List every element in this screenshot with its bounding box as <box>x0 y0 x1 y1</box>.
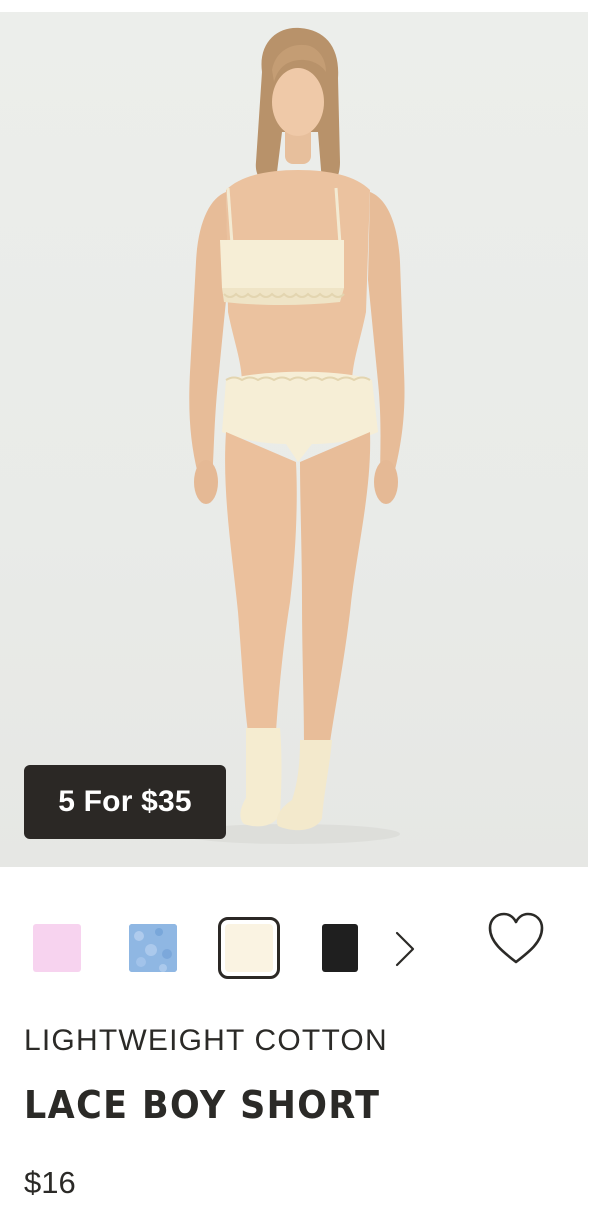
color-swatches <box>0 900 605 1000</box>
heart-outline-icon[interactable] <box>485 910 547 968</box>
swatch-pink[interactable] <box>33 924 81 972</box>
swatch-cream-selected[interactable] <box>218 917 280 979</box>
model-illustration <box>180 27 405 844</box>
promo-badge: 5 For $35 <box>24 765 226 839</box>
swatch-black[interactable] <box>322 924 358 972</box>
chevron-right-icon[interactable] <box>389 929 419 969</box>
product-subtitle: LIGHTWEIGHT COTTON <box>24 1024 388 1057</box>
swatch-blue-floral[interactable] <box>129 924 177 972</box>
product-price: $16 <box>24 1165 76 1200</box>
swatch-cream-fill <box>225 924 273 972</box>
product-image[interactable]: 5 For $35 <box>0 12 588 867</box>
floral-pattern <box>129 924 177 972</box>
product-title[interactable]: LACE BOY SHORT <box>24 1083 380 1127</box>
